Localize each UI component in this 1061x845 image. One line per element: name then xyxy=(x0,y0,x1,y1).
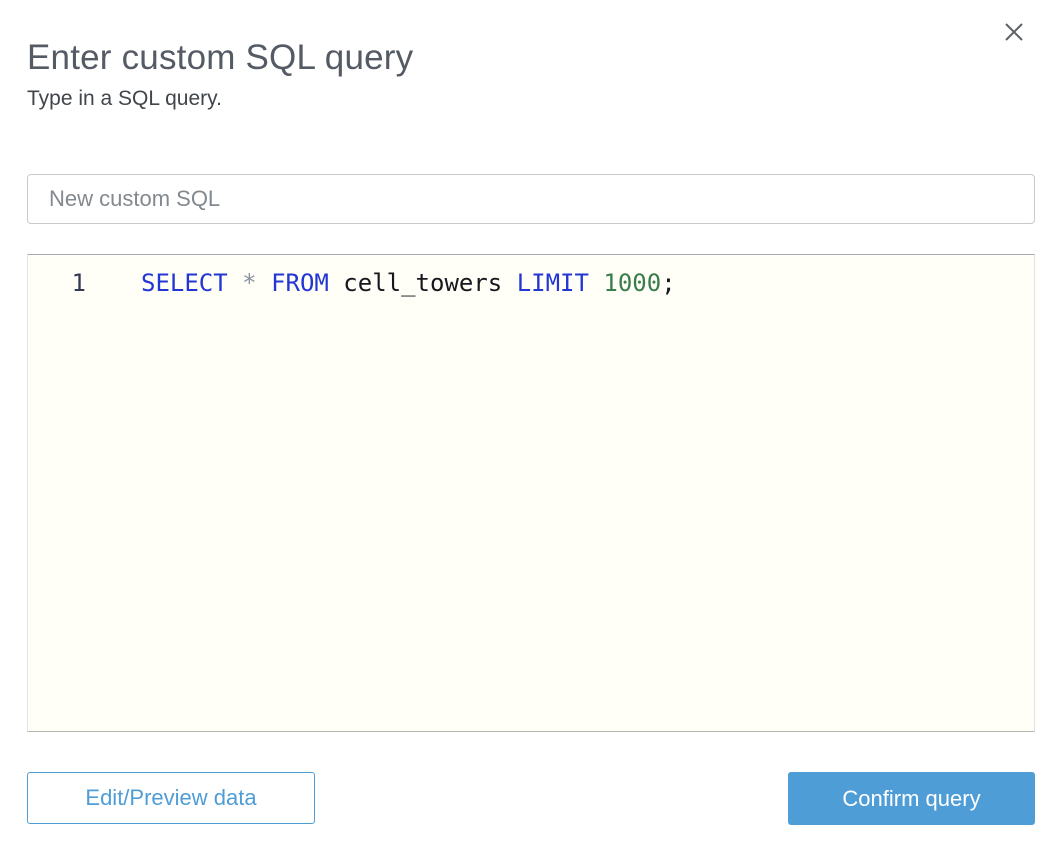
sql-token-keyword: FROM xyxy=(271,269,329,297)
dialog-subtitle: Type in a SQL query. xyxy=(27,87,222,110)
sql-token-plain xyxy=(257,269,271,297)
close-button[interactable] xyxy=(999,17,1029,47)
sql-token-plain: ; xyxy=(661,269,676,297)
custom-sql-dialog: Enter custom SQL query Type in a SQL que… xyxy=(0,0,1061,845)
sql-token-plain xyxy=(589,269,603,297)
sql-code-editor[interactable]: 1 SELECT * FROM cell_towers LIMIT 1000; xyxy=(27,254,1035,732)
sql-token-plain: cell_towers xyxy=(328,269,517,297)
edit-preview-data-button[interactable]: Edit/Preview data xyxy=(27,772,315,824)
close-icon xyxy=(1003,21,1025,43)
sql-token-operator: * xyxy=(242,269,257,297)
sql-code-tokens: SELECT * FROM cell_towers LIMIT 1000; xyxy=(141,266,676,300)
sql-code-line: 1 SELECT * FROM cell_towers LIMIT 1000; xyxy=(28,255,1034,300)
sql-token-keyword: SELECT xyxy=(141,269,228,297)
sql-token-keyword: LIMIT xyxy=(516,269,589,297)
line-number: 1 xyxy=(71,269,86,297)
custom-sql-name-input[interactable] xyxy=(27,174,1035,224)
sql-token-plain xyxy=(228,269,242,297)
page-title: Enter custom SQL query xyxy=(27,38,414,78)
confirm-query-button[interactable]: Confirm query xyxy=(788,772,1035,825)
sql-token-number: 1000 xyxy=(603,269,662,297)
